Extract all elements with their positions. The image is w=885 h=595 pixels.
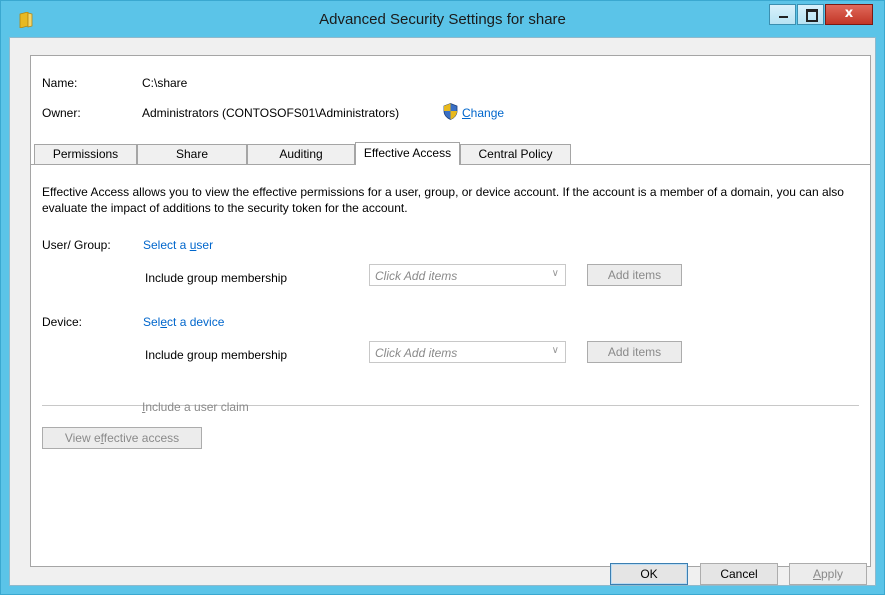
apply-button[interactable]: Apply bbox=[789, 563, 867, 585]
minimize-icon bbox=[779, 16, 788, 18]
select-user-text-a: Select a bbox=[143, 238, 190, 252]
close-button[interactable]: x bbox=[825, 4, 873, 25]
name-value: C:\share bbox=[142, 76, 188, 90]
minimize-button[interactable] bbox=[769, 4, 796, 25]
tab-permissions[interactable]: Permissions bbox=[34, 144, 137, 164]
device-include-group-label: Include group membership bbox=[145, 348, 288, 362]
cancel-button[interactable]: Cancel bbox=[700, 563, 778, 585]
dialog-client-area: Name: C:\share Owner: Administrators (CO… bbox=[9, 37, 876, 586]
chevron-down-icon: ∨ bbox=[551, 268, 559, 279]
uac-shield-icon bbox=[443, 103, 458, 120]
select-device-text-b: ct a device bbox=[167, 315, 225, 329]
change-accel-key: C bbox=[462, 106, 471, 120]
select-device-link[interactable]: Select a device bbox=[143, 315, 224, 329]
user-group-combo[interactable]: Click Add items ∨ bbox=[369, 264, 566, 286]
apply-accel-key: A bbox=[812, 567, 821, 581]
select-user-text-b: ser bbox=[196, 238, 214, 252]
tab-share[interactable]: Share bbox=[137, 144, 247, 164]
claim-link-text: nclude a user claim bbox=[145, 400, 249, 414]
tab-auditing[interactable]: Auditing bbox=[247, 144, 355, 164]
tab-strip: Permissions Share Auditing Effective Acc… bbox=[31, 142, 870, 165]
user-add-items-button[interactable]: Add items bbox=[587, 264, 682, 286]
name-label: Name: bbox=[42, 76, 78, 90]
device-combo-placeholder: Click Add items bbox=[375, 346, 458, 360]
view-effective-access-button[interactable]: View effective access bbox=[42, 427, 202, 449]
chevron-down-icon: ∨ bbox=[551, 345, 559, 356]
user-combo-placeholder: Click Add items bbox=[375, 269, 458, 283]
select-device-text-a: Sel bbox=[143, 315, 161, 329]
tab-central-policy[interactable]: Central Policy bbox=[460, 144, 571, 164]
close-icon: x bbox=[844, 6, 854, 21]
ok-button[interactable]: OK bbox=[610, 563, 688, 585]
settings-panel: Name: C:\share Owner: Administrators (CO… bbox=[30, 55, 871, 567]
owner-label: Owner: bbox=[42, 106, 81, 120]
view-text-a: View e bbox=[64, 431, 101, 445]
device-group-combo[interactable]: Click Add items ∨ bbox=[369, 341, 566, 363]
maximize-icon bbox=[806, 9, 818, 22]
effective-access-description: Effective Access allows you to view the … bbox=[42, 185, 844, 215]
user-include-group-label: Include group membership bbox=[145, 271, 288, 285]
device-add-items-button[interactable]: Add items bbox=[587, 341, 682, 363]
apply-text: pply bbox=[821, 567, 844, 581]
dialog-window: Advanced Security Settings for share x N… bbox=[0, 0, 885, 595]
select-user-link[interactable]: Select a user bbox=[143, 238, 213, 252]
view-text-b: fective access bbox=[103, 431, 180, 445]
owner-value: Administrators (CONTOSOFS01\Administrato… bbox=[142, 106, 400, 120]
include-user-claim-link[interactable]: Include a user claim bbox=[142, 400, 249, 414]
user-group-label: User/ Group: bbox=[42, 238, 111, 252]
device-label: Device: bbox=[42, 315, 83, 329]
change-link-text: hange bbox=[470, 106, 505, 120]
change-owner-link[interactable]: Change bbox=[462, 106, 504, 120]
window-title: Advanced Security Settings for share bbox=[319, 11, 566, 28]
tab-effective-access[interactable]: Effective Access bbox=[355, 142, 460, 165]
title-bar[interactable]: Advanced Security Settings for share x bbox=[1, 1, 884, 37]
maximize-button[interactable] bbox=[797, 4, 824, 25]
